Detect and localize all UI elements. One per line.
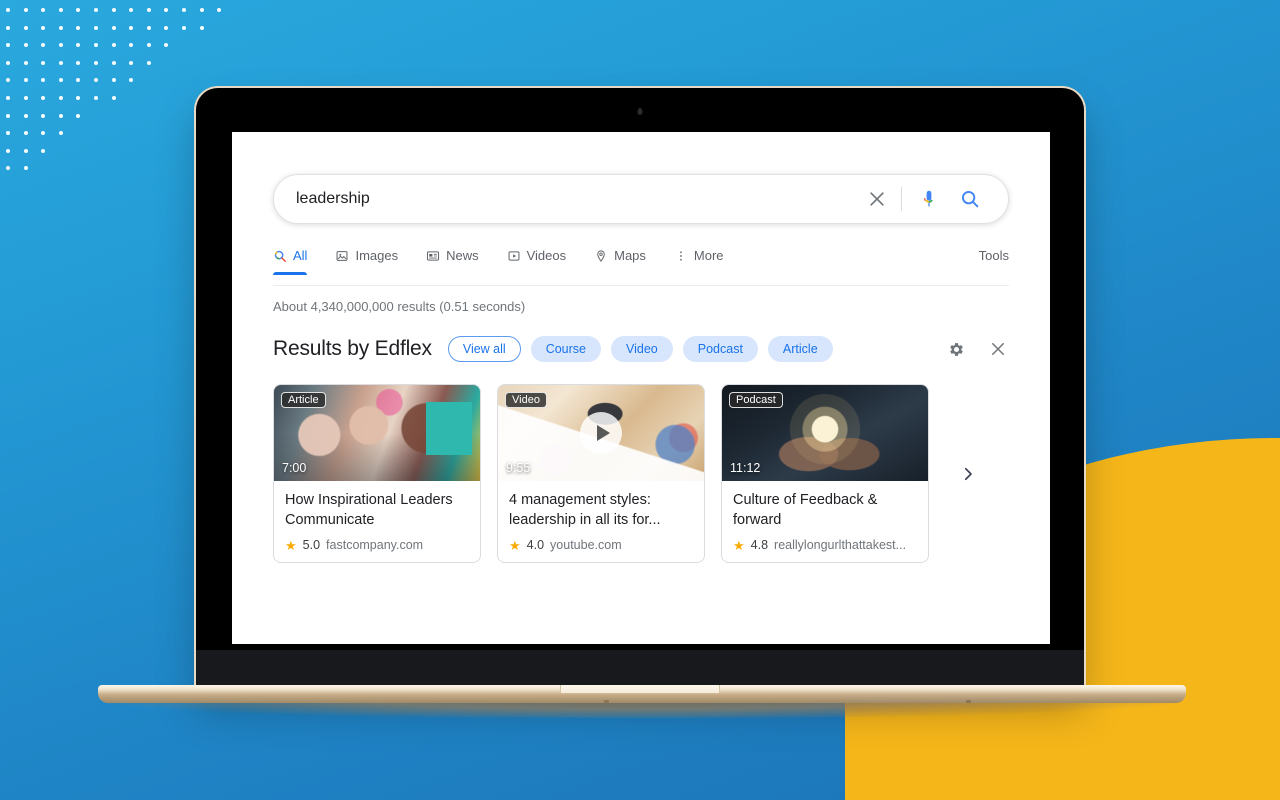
- dot-grid-decoration: [6, 8, 222, 186]
- card-duration: 7:00: [282, 461, 307, 475]
- laptop-screen: All Images News Videos Maps More Tools About …: [232, 132, 1050, 644]
- card-thumbnail: Podcast 11:12: [722, 385, 928, 481]
- card-rating: 5.0: [302, 538, 321, 552]
- card-rating: 4.0: [526, 538, 545, 552]
- search-bar-divider: [901, 187, 902, 211]
- video-icon: [507, 249, 521, 263]
- star-icon: ★: [733, 537, 745, 553]
- nav-tab-label: Maps: [614, 248, 646, 263]
- filter-chip-video[interactable]: Video: [611, 336, 673, 362]
- filter-chip-view-all[interactable]: View all: [447, 336, 521, 362]
- card-thumbnail: Article 7:00: [274, 385, 480, 481]
- edflex-header: Results by Edflex View all Course Video Pod…: [273, 336, 1009, 362]
- microphone-icon[interactable]: [914, 184, 944, 214]
- search-bar[interactable]: [273, 174, 1009, 224]
- card-rating: 4.8: [750, 538, 769, 552]
- poster-canvas: All Images News Videos Maps More Tools About …: [0, 0, 1280, 800]
- result-card-list: Article 7:00 How Inspirational Leaders Com…: [273, 384, 929, 563]
- card-source: reallylongurlthattakest...: [774, 538, 907, 552]
- search-input[interactable]: [274, 190, 861, 208]
- filter-chip-course[interactable]: Course: [530, 336, 601, 362]
- more-vertical-icon: [674, 249, 688, 263]
- result-card[interactable]: Podcast 11:12 Culture of Feedback & forwar…: [721, 384, 929, 563]
- nav-tab-more[interactable]: More: [674, 248, 736, 274]
- card-body: Culture of Feedback & forward ★ 4.8 reallyl…: [722, 481, 928, 562]
- nav-tab-all[interactable]: All: [273, 248, 319, 275]
- nav-tab-label: All: [293, 248, 308, 263]
- card-title: How Inspirational Leaders Communicate: [285, 492, 453, 528]
- card-source: youtube.com: [550, 538, 622, 552]
- nav-tab-images[interactable]: Images: [335, 248, 410, 274]
- nav-tab-maps[interactable]: Maps: [594, 248, 658, 274]
- edflex-title: Results by Edflex: [273, 337, 432, 360]
- result-card-carousel: Article 7:00 How Inspirational Leaders Com…: [273, 384, 1009, 563]
- card-duration: 11:12: [730, 461, 761, 475]
- laptop-mockup: All Images News Videos Maps More Tools About …: [98, 88, 1186, 718]
- webcam-icon: [637, 108, 643, 115]
- card-duration: 9:55: [506, 461, 531, 475]
- play-button-icon[interactable]: [580, 412, 622, 454]
- nav-tab-label: Videos: [526, 248, 567, 263]
- nav-tab-label: News: [446, 248, 479, 263]
- google-search-results-page: All Images News Videos Maps More Tools About …: [232, 132, 1050, 563]
- card-source: fastcompany.com: [326, 538, 424, 552]
- card-meta: ★ 5.0 fastcompany.com: [285, 538, 469, 552]
- card-type-badge: Video: [505, 392, 547, 408]
- card-body: How Inspirational Leaders Communicate ★ 5.…: [274, 481, 480, 562]
- image-icon: [335, 249, 349, 263]
- result-card[interactable]: Article 7:00 How Inspirational Leaders Com…: [273, 384, 481, 563]
- card-meta: ★ 4.0 youtube.com: [509, 538, 693, 552]
- edflex-module: Results by Edflex View all Course Video Pod…: [273, 336, 1009, 563]
- filter-chip-row: View all Course Video Podcast Article: [447, 336, 833, 362]
- laptop-foot-left: [604, 700, 609, 703]
- card-title: Culture of Feedback & forward: [733, 492, 878, 528]
- close-icon[interactable]: [861, 183, 893, 215]
- nav-tab-label: More: [693, 248, 724, 263]
- search-bar-actions: [861, 183, 1008, 215]
- edflex-header-actions: [945, 338, 1009, 360]
- chevron-right-icon[interactable]: [953, 459, 983, 489]
- star-icon: ★: [509, 537, 521, 553]
- map-pin-icon: [594, 249, 608, 263]
- laptop-lid: All Images News Videos Maps More Tools About …: [196, 88, 1084, 688]
- search-icon: [273, 249, 287, 263]
- card-type-badge: Podcast: [729, 392, 783, 408]
- filter-chip-podcast[interactable]: Podcast: [682, 336, 758, 362]
- news-icon: [426, 249, 440, 263]
- card-title: 4 management styles: leadership in all i…: [509, 492, 661, 528]
- search-icon[interactable]: [952, 183, 988, 215]
- result-stats: About 4,340,000,000 results (0.51 second…: [273, 299, 526, 314]
- tools-button[interactable]: Tools: [979, 248, 1009, 274]
- gear-icon[interactable]: [945, 338, 967, 360]
- laptop-foot-right: [966, 700, 971, 703]
- nav-tab-label: Images: [355, 248, 399, 263]
- close-icon[interactable]: [987, 338, 1009, 360]
- laptop-chin: [196, 650, 1084, 688]
- star-icon: ★: [285, 537, 297, 553]
- result-card[interactable]: Video 9:55 4 management styles: leadership…: [497, 384, 705, 563]
- nav-tab-list: All Images News Videos Maps More: [273, 248, 752, 275]
- laptop-base-notch: [560, 685, 720, 693]
- nav-tab-videos[interactable]: Videos: [507, 248, 579, 274]
- card-type-badge: Article: [281, 392, 326, 408]
- search-nav-tabs: All Images News Videos Maps More Tools: [273, 248, 1009, 286]
- nav-tab-news[interactable]: News: [426, 248, 491, 274]
- card-body: 4 management styles: leadership in all i…: [498, 481, 704, 562]
- card-thumbnail: Video 9:55: [498, 385, 704, 481]
- filter-chip-article[interactable]: Article: [767, 336, 833, 362]
- card-meta: ★ 4.8 reallylongurlthattakest...: [733, 538, 917, 552]
